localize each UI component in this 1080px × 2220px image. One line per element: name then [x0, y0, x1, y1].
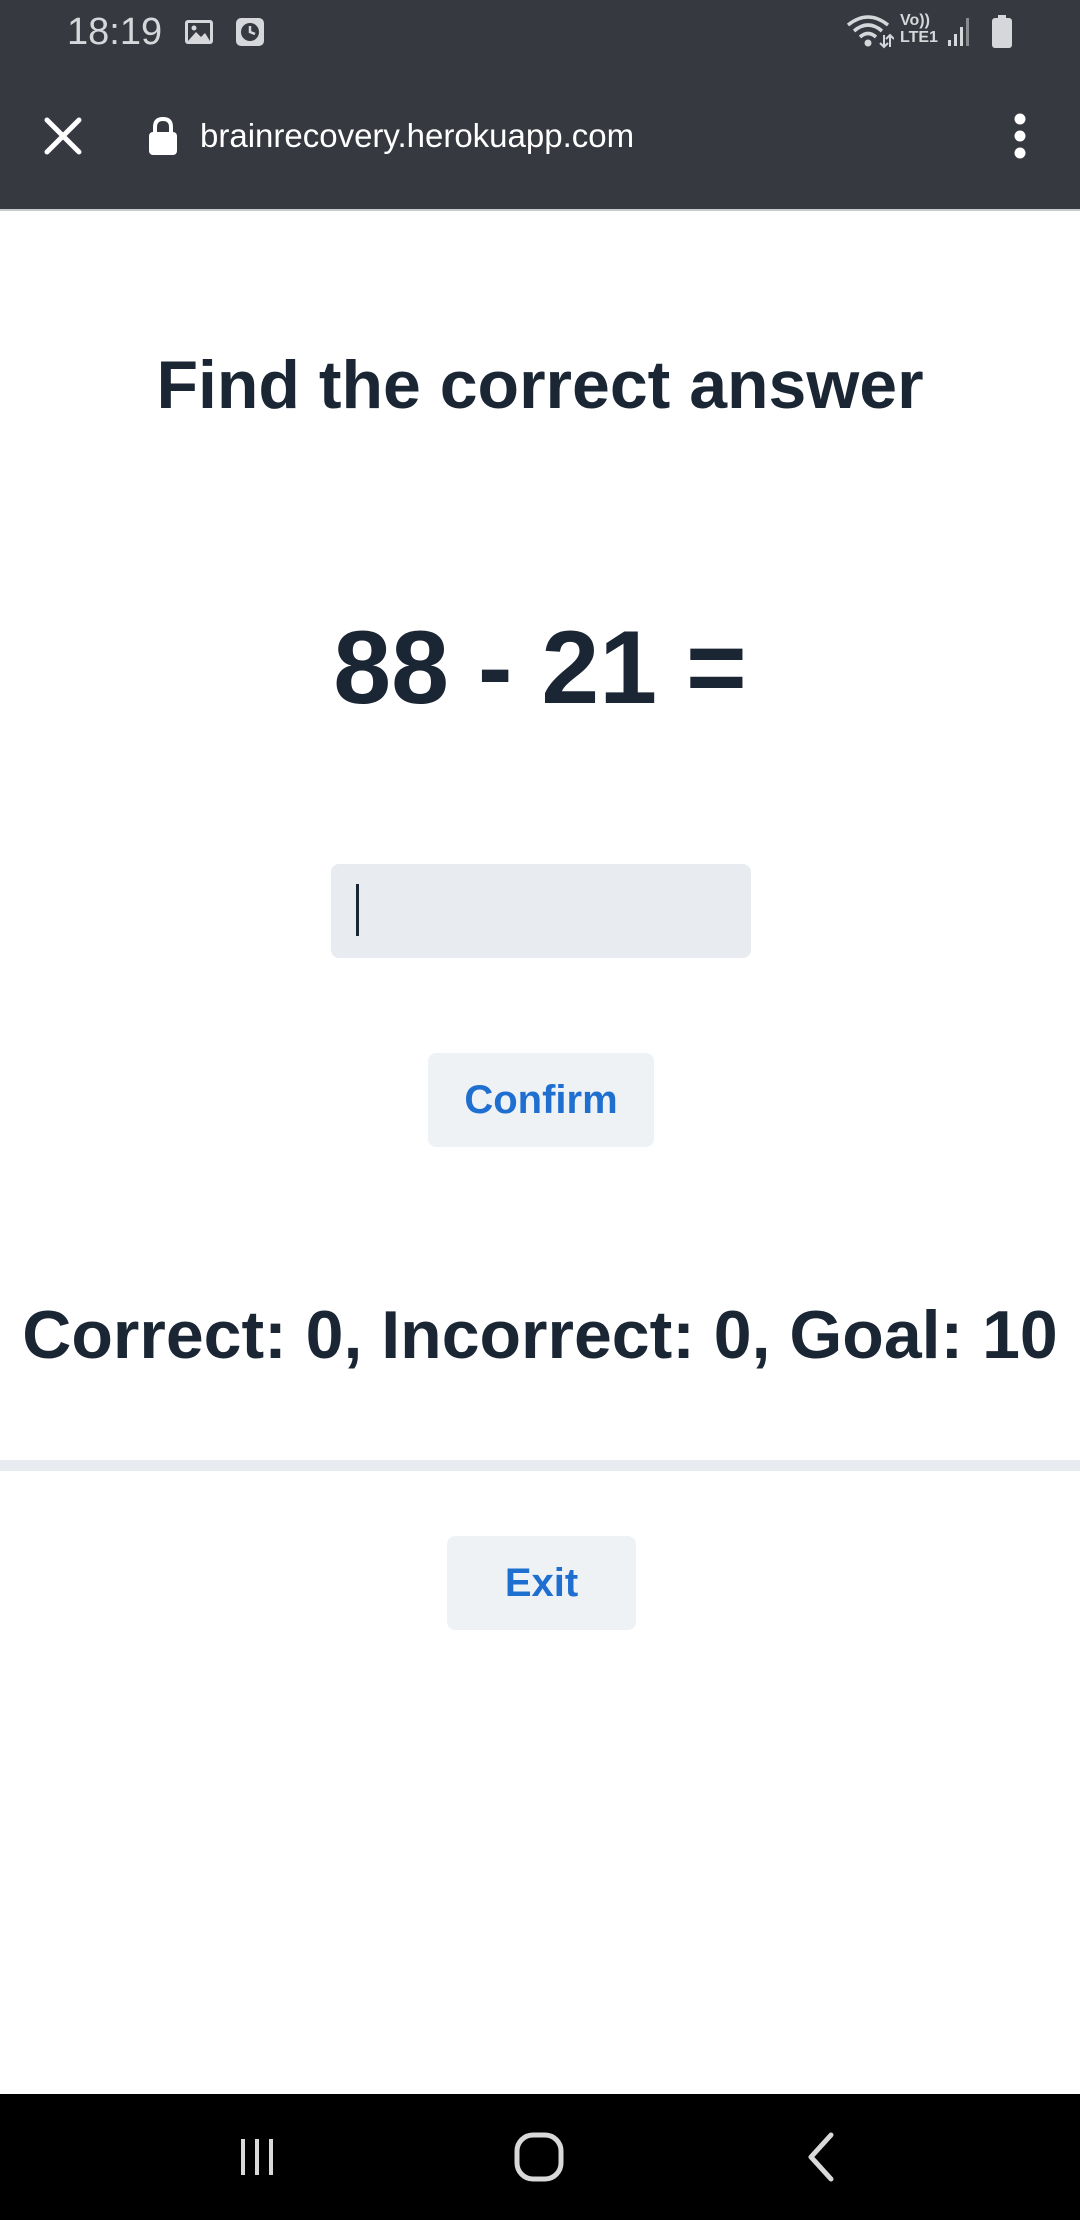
navigation-bar [0, 2094, 1080, 2220]
wifi-icon [846, 15, 894, 49]
back-icon [808, 2132, 834, 2182]
browser-menu-button[interactable] [990, 101, 1050, 171]
lock-icon [149, 116, 177, 155]
exit-button[interactable]: Exit [447, 1536, 636, 1630]
answer-input[interactable] [331, 864, 751, 958]
back-button[interactable] [766, 2114, 876, 2200]
status-bar: 18:19 Vo)) LTE1 [0, 0, 1080, 63]
volte-label: Vo)) [900, 12, 930, 29]
page-title: Find the correct answer [156, 347, 924, 423]
network-label: Vo)) LTE1 [900, 12, 938, 46]
close-icon [44, 117, 82, 155]
close-tab-button[interactable] [32, 105, 94, 167]
home-button[interactable] [484, 2114, 594, 2200]
signal-icon [948, 18, 969, 46]
content-divider [0, 1460, 1080, 1471]
battery-icon [992, 15, 1012, 48]
lte-label: LTE1 [900, 29, 938, 46]
math-equation: 88 - 21 = [333, 610, 747, 726]
gallery-icon [185, 20, 213, 44]
clock-icon [236, 18, 264, 46]
toolbar-divider [0, 209, 1080, 211]
recent-apps-icon [241, 2139, 273, 2175]
browser-toolbar: brainrecovery.herokuapp.com [0, 63, 1080, 209]
screen: 18:19 Vo)) LTE1 brainrecovery.herokuapp.… [0, 0, 1080, 2220]
recent-apps-button[interactable] [202, 2114, 312, 2200]
score-summary: Correct: 0, Incorrect: 0, Goal: 10 [22, 1297, 1058, 1373]
more-vert-icon [1014, 113, 1026, 159]
confirm-button[interactable]: Confirm [428, 1053, 654, 1147]
home-icon [514, 2132, 564, 2182]
url-text[interactable]: brainrecovery.herokuapp.com [200, 113, 634, 159]
text-caret [356, 884, 359, 936]
status-time: 18:19 [67, 11, 163, 53]
